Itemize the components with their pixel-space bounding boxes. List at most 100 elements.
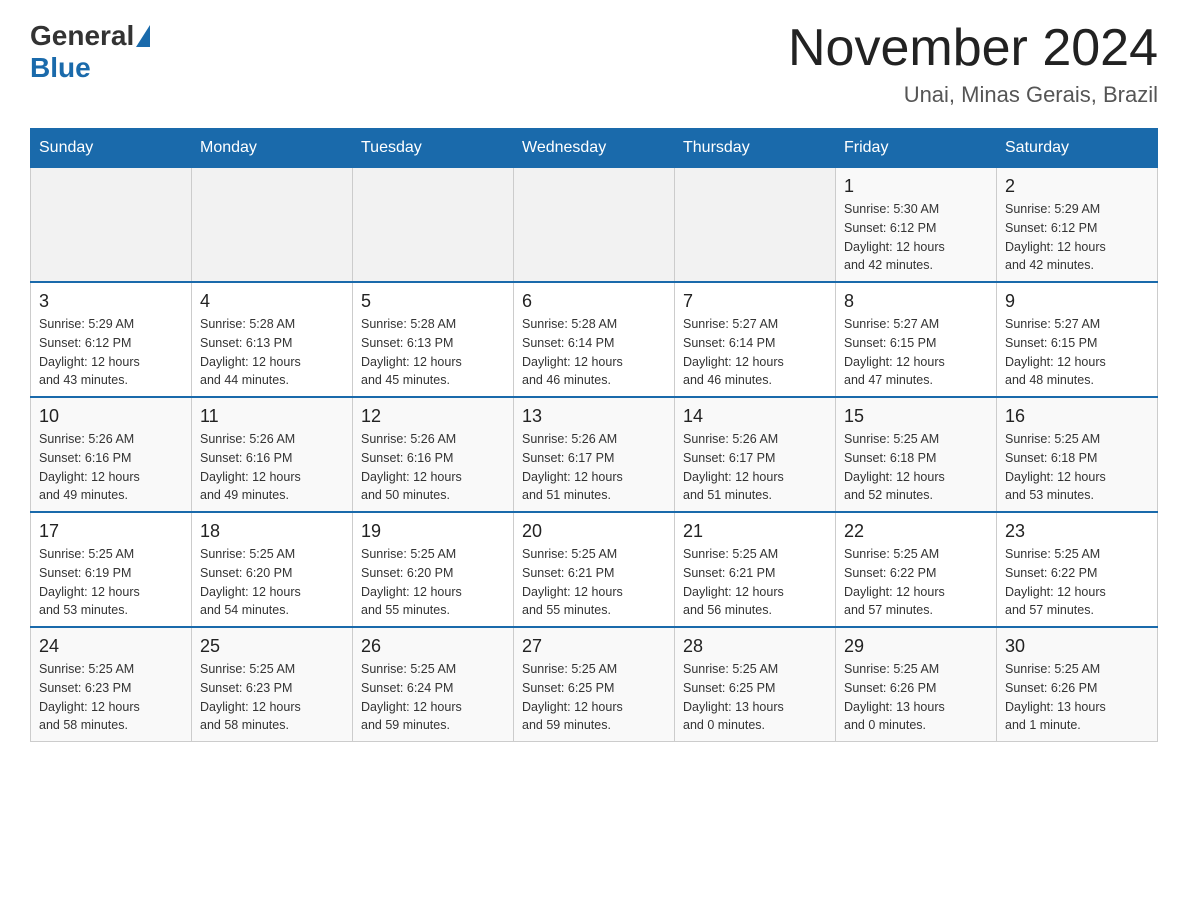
day-info: Sunrise: 5:25 AMSunset: 6:26 PMDaylight:… bbox=[1005, 660, 1149, 735]
day-info: Sunrise: 5:26 AMSunset: 6:17 PMDaylight:… bbox=[522, 430, 666, 505]
calendar-cell: 21 Sunrise: 5:25 AMSunset: 6:21 PMDayligh… bbox=[675, 512, 836, 627]
day-info: Sunrise: 5:26 AMSunset: 6:17 PMDaylight:… bbox=[683, 430, 827, 505]
calendar-cell: 29 Sunrise: 5:25 AMSunset: 6:26 PMDayligh… bbox=[836, 627, 997, 742]
calendar-cell: 23 Sunrise: 5:25 AMSunset: 6:22 PMDayligh… bbox=[997, 512, 1158, 627]
day-info: Sunrise: 5:28 AMSunset: 6:14 PMDaylight:… bbox=[522, 315, 666, 390]
calendar-cell: 5 Sunrise: 5:28 AMSunset: 6:13 PMDaylight… bbox=[353, 282, 514, 397]
week-row-3: 10Sunrise: 5:26 AMSunset: 6:16 PMDayligh… bbox=[31, 397, 1158, 512]
day-number: 27 bbox=[522, 636, 666, 657]
day-info: Sunrise: 5:25 AMSunset: 6:21 PMDaylight:… bbox=[683, 545, 827, 620]
day-number: 24 bbox=[39, 636, 183, 657]
month-title: November 2024 bbox=[788, 20, 1158, 77]
day-number: 7 bbox=[683, 291, 827, 312]
day-info: Sunrise: 5:25 AMSunset: 6:19 PMDaylight:… bbox=[39, 545, 183, 620]
day-number: 5 bbox=[361, 291, 505, 312]
calendar-cell: 7 Sunrise: 5:27 AMSunset: 6:14 PMDaylight… bbox=[675, 282, 836, 397]
day-info: Sunrise: 5:25 AMSunset: 6:23 PMDaylight:… bbox=[200, 660, 344, 735]
day-number: 25 bbox=[200, 636, 344, 657]
calendar-cell: 11Sunrise: 5:26 AMSunset: 6:16 PMDayligh… bbox=[192, 397, 353, 512]
day-number: 13 bbox=[522, 406, 666, 427]
calendar-cell: 22 Sunrise: 5:25 AMSunset: 6:22 PMDayligh… bbox=[836, 512, 997, 627]
day-number: 23 bbox=[1005, 521, 1149, 542]
day-number: 8 bbox=[844, 291, 988, 312]
day-info: Sunrise: 5:25 AMSunset: 6:24 PMDaylight:… bbox=[361, 660, 505, 735]
calendar-cell: 16 Sunrise: 5:25 AMSunset: 6:18 PMDayligh… bbox=[997, 397, 1158, 512]
day-number: 18 bbox=[200, 521, 344, 542]
day-number: 28 bbox=[683, 636, 827, 657]
header-day-sunday: Sunday bbox=[31, 129, 192, 168]
day-number: 22 bbox=[844, 521, 988, 542]
day-info: Sunrise: 5:26 AMSunset: 6:16 PMDaylight:… bbox=[39, 430, 183, 505]
day-info: Sunrise: 5:25 AMSunset: 6:20 PMDaylight:… bbox=[361, 545, 505, 620]
day-info: Sunrise: 5:28 AMSunset: 6:13 PMDaylight:… bbox=[361, 315, 505, 390]
calendar-cell: 10Sunrise: 5:26 AMSunset: 6:16 PMDayligh… bbox=[31, 397, 192, 512]
day-number: 16 bbox=[1005, 406, 1149, 427]
calendar-cell: 24 Sunrise: 5:25 AMSunset: 6:23 PMDayligh… bbox=[31, 627, 192, 742]
week-row-4: 17 Sunrise: 5:25 AMSunset: 6:19 PMDayligh… bbox=[31, 512, 1158, 627]
header-day-saturday: Saturday bbox=[997, 129, 1158, 168]
logo-text: General bbox=[30, 20, 152, 52]
calendar-cell: 14 Sunrise: 5:26 AMSunset: 6:17 PMDayligh… bbox=[675, 397, 836, 512]
calendar-table: SundayMondayTuesdayWednesdayThursdayFrid… bbox=[30, 128, 1158, 742]
header-day-thursday: Thursday bbox=[675, 129, 836, 168]
day-number: 29 bbox=[844, 636, 988, 657]
day-info: Sunrise: 5:25 AMSunset: 6:22 PMDaylight:… bbox=[844, 545, 988, 620]
day-number: 21 bbox=[683, 521, 827, 542]
header-day-tuesday: Tuesday bbox=[353, 129, 514, 168]
day-info: Sunrise: 5:25 AMSunset: 6:25 PMDaylight:… bbox=[683, 660, 827, 735]
day-number: 3 bbox=[39, 291, 183, 312]
day-info: Sunrise: 5:28 AMSunset: 6:13 PMDaylight:… bbox=[200, 315, 344, 390]
day-number: 4 bbox=[200, 291, 344, 312]
calendar-cell bbox=[675, 168, 836, 283]
day-info: Sunrise: 5:25 AMSunset: 6:26 PMDaylight:… bbox=[844, 660, 988, 735]
header-day-friday: Friday bbox=[836, 129, 997, 168]
header-day-monday: Monday bbox=[192, 129, 353, 168]
calendar-cell: 18 Sunrise: 5:25 AMSunset: 6:20 PMDayligh… bbox=[192, 512, 353, 627]
day-number: 14 bbox=[683, 406, 827, 427]
day-info: Sunrise: 5:30 AMSunset: 6:12 PMDaylight:… bbox=[844, 200, 988, 275]
calendar-cell: 25 Sunrise: 5:25 AMSunset: 6:23 PMDayligh… bbox=[192, 627, 353, 742]
day-number: 17 bbox=[39, 521, 183, 542]
calendar-cell: 13 Sunrise: 5:26 AMSunset: 6:17 PMDayligh… bbox=[514, 397, 675, 512]
logo-general-text: General bbox=[30, 20, 134, 52]
day-info: Sunrise: 5:25 AMSunset: 6:21 PMDaylight:… bbox=[522, 545, 666, 620]
location-subtitle: Unai, Minas Gerais, Brazil bbox=[788, 82, 1158, 108]
header-row: SundayMondayTuesdayWednesdayThursdayFrid… bbox=[31, 129, 1158, 168]
day-info: Sunrise: 5:25 AMSunset: 6:20 PMDaylight:… bbox=[200, 545, 344, 620]
day-number: 19 bbox=[361, 521, 505, 542]
day-info: Sunrise: 5:25 AMSunset: 6:18 PMDaylight:… bbox=[844, 430, 988, 505]
day-info: Sunrise: 5:29 AMSunset: 6:12 PMDaylight:… bbox=[1005, 200, 1149, 275]
calendar-cell: 12Sunrise: 5:26 AMSunset: 6:16 PMDayligh… bbox=[353, 397, 514, 512]
calendar-cell: 8 Sunrise: 5:27 AMSunset: 6:15 PMDaylight… bbox=[836, 282, 997, 397]
day-info: Sunrise: 5:25 AMSunset: 6:22 PMDaylight:… bbox=[1005, 545, 1149, 620]
calendar-cell: 6Sunrise: 5:28 AMSunset: 6:14 PMDaylight… bbox=[514, 282, 675, 397]
day-info: Sunrise: 5:26 AMSunset: 6:16 PMDaylight:… bbox=[200, 430, 344, 505]
week-row-2: 3 Sunrise: 5:29 AMSunset: 6:12 PMDaylight… bbox=[31, 282, 1158, 397]
logo: General Blue bbox=[30, 20, 152, 84]
day-number: 20 bbox=[522, 521, 666, 542]
day-info: Sunrise: 5:29 AMSunset: 6:12 PMDaylight:… bbox=[39, 315, 183, 390]
calendar-cell: 2Sunrise: 5:29 AMSunset: 6:12 PMDaylight… bbox=[997, 168, 1158, 283]
title-section: November 2024 Unai, Minas Gerais, Brazil bbox=[788, 20, 1158, 108]
day-info: Sunrise: 5:27 AMSunset: 6:14 PMDaylight:… bbox=[683, 315, 827, 390]
day-number: 9 bbox=[1005, 291, 1149, 312]
day-info: Sunrise: 5:25 AMSunset: 6:23 PMDaylight:… bbox=[39, 660, 183, 735]
logo-blue-text: Blue bbox=[30, 52, 91, 84]
calendar-cell: 27 Sunrise: 5:25 AMSunset: 6:25 PMDayligh… bbox=[514, 627, 675, 742]
header: General Blue November 2024 Unai, Minas G… bbox=[30, 20, 1158, 108]
calendar-cell bbox=[192, 168, 353, 283]
calendar-cell bbox=[514, 168, 675, 283]
calendar-cell bbox=[353, 168, 514, 283]
calendar-cell: 1 Sunrise: 5:30 AMSunset: 6:12 PMDaylight… bbox=[836, 168, 997, 283]
day-number: 12 bbox=[361, 406, 505, 427]
day-number: 30 bbox=[1005, 636, 1149, 657]
logo-triangle-icon bbox=[136, 25, 150, 47]
calendar-cell: 15Sunrise: 5:25 AMSunset: 6:18 PMDayligh… bbox=[836, 397, 997, 512]
day-info: Sunrise: 5:25 AMSunset: 6:18 PMDaylight:… bbox=[1005, 430, 1149, 505]
day-number: 1 bbox=[844, 176, 988, 197]
calendar-cell: 17 Sunrise: 5:25 AMSunset: 6:19 PMDayligh… bbox=[31, 512, 192, 627]
day-info: Sunrise: 5:25 AMSunset: 6:25 PMDaylight:… bbox=[522, 660, 666, 735]
calendar-cell: 9Sunrise: 5:27 AMSunset: 6:15 PMDaylight… bbox=[997, 282, 1158, 397]
calendar-cell: 20 Sunrise: 5:25 AMSunset: 6:21 PMDayligh… bbox=[514, 512, 675, 627]
day-info: Sunrise: 5:27 AMSunset: 6:15 PMDaylight:… bbox=[844, 315, 988, 390]
